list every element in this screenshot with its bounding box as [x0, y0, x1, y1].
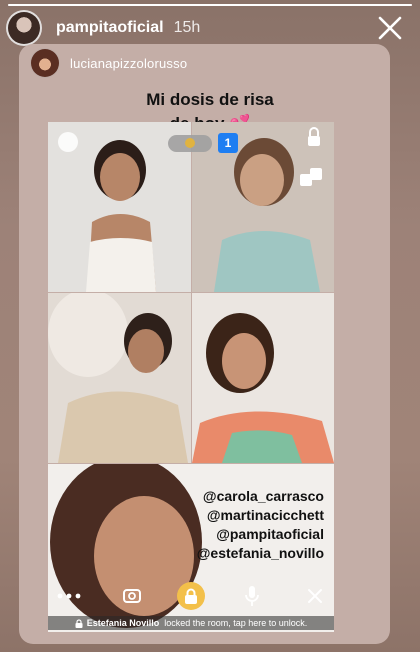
more-icon[interactable] [54, 582, 84, 610]
camera-toggle-badge[interactable] [168, 135, 212, 152]
lock-icon[interactable] [177, 582, 205, 610]
avatar[interactable] [6, 10, 42, 46]
locked-by-name: Estefania Novillo [86, 618, 160, 628]
microphone-icon[interactable] [240, 582, 264, 610]
story-username[interactable]: pampitaoficial [56, 19, 164, 37]
mention-sticker[interactable]: @estefania_novillo [197, 544, 324, 563]
story-time: 15h [173, 19, 201, 36]
flip-camera-icon[interactable] [118, 582, 146, 610]
call-controls [48, 582, 334, 610]
caption-line-1: Mi dosis de risa [146, 90, 274, 109]
repost-avatar[interactable] [30, 48, 60, 78]
lock-icon [75, 618, 83, 628]
participant-video-2[interactable] [192, 122, 334, 292]
locked-message: locked the room, tap here to unlock. [164, 618, 308, 628]
repost-attribution[interactable]: lucianapizzolorusso [30, 48, 187, 78]
story-progress-fill [8, 4, 412, 6]
story-header: pampitaoficial 15h [6, 8, 420, 48]
mention-sticker[interactable]: @carola_carrasco [197, 487, 324, 506]
close-icon[interactable] [374, 12, 406, 44]
close-icon[interactable] [303, 582, 327, 610]
emoji-face-icon[interactable] [58, 132, 78, 152]
repost-username[interactable]: lucianapizzolorusso [70, 56, 187, 71]
story-progress-bar [8, 4, 412, 6]
mention-stickers: @carola_carrasco @martinacicchett @pampi… [197, 487, 324, 563]
mention-sticker[interactable]: @martinacicchett [197, 506, 324, 525]
mention-sticker[interactable]: @pampitaoficial [197, 525, 324, 544]
participant-video-4[interactable] [192, 293, 334, 463]
participant-count-badge: 1 [218, 133, 238, 153]
participant-video-3[interactable] [48, 293, 191, 463]
room-locked-banner[interactable]: Estefania Novillo locked the room, tap h… [48, 616, 334, 630]
